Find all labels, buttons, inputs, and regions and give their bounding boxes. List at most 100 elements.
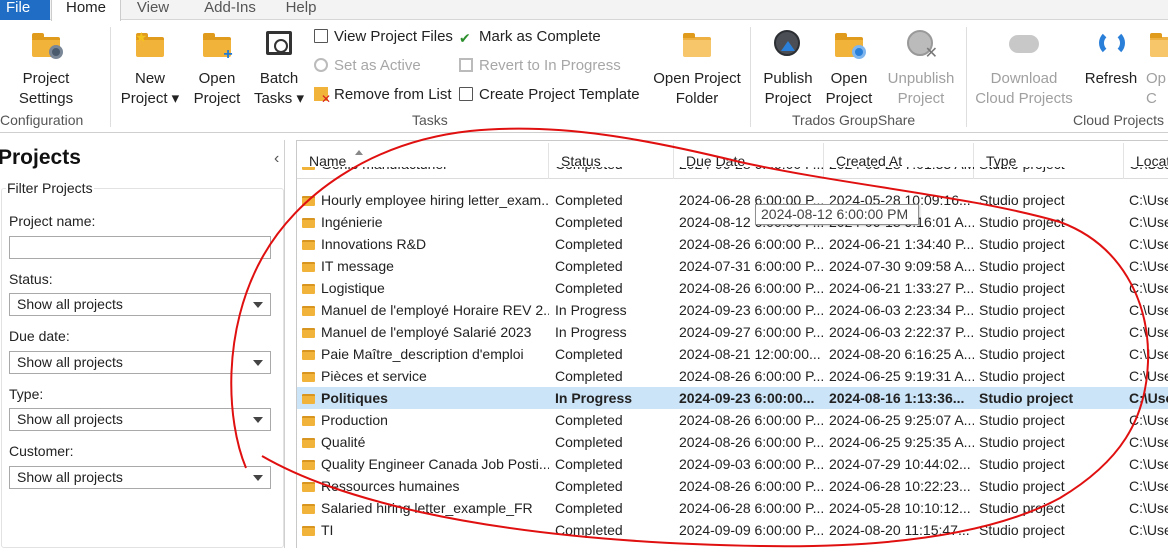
status-cell: Completed: [555, 519, 673, 541]
type-cell: Studio project: [979, 343, 1123, 365]
status-cell: Completed: [555, 475, 673, 497]
open-project-button[interactable]: + Open Project: [186, 27, 248, 109]
tab-view[interactable]: View: [128, 0, 178, 20]
table-row[interactable]: Quality Engineer Canada Job Posti... Comp…: [297, 453, 1168, 475]
table-row[interactable]: IT message Completed 2024-07-31 6:00:00 P.…: [297, 255, 1168, 277]
location-cell: C:\Use: [1129, 189, 1168, 211]
created-at-cell: 2024-06-21 1:34:40 P...: [829, 233, 974, 255]
create-project-template-button[interactable]: Create Project Template: [459, 84, 640, 106]
due-date-select[interactable]: Show all projects: [9, 351, 271, 374]
created-at-cell: 2024-06-25 9:25:35 A...: [829, 431, 974, 453]
table-row[interactable]: Paie Maître_description d'emploi Complete…: [297, 343, 1168, 365]
collapse-panel-icon[interactable]: ‹: [274, 150, 279, 168]
open-groupshare-project-button[interactable]: Open Project: [820, 27, 878, 109]
location-cell: C:\Use: [1129, 431, 1168, 453]
table-row[interactable]: Production Completed 2024-08-26 6:00:00 P.…: [297, 409, 1168, 431]
download-cloud-projects-button[interactable]: Download Cloud Projects: [972, 27, 1076, 109]
mark-as-complete-button[interactable]: ✔ Mark as Complete: [459, 26, 601, 48]
customer-select-value: Show all projects: [17, 469, 123, 485]
project-name-cell: Pièces et service: [302, 365, 549, 387]
table-row[interactable]: TI Completed 2024-09-09 6:00:00 P... 2024-0…: [297, 519, 1168, 541]
project-name-cell-text: TI: [321, 522, 334, 538]
created-at-cell: 2024-06-25 9:19:31 A...: [829, 365, 974, 387]
project-name-label: Project name:: [9, 213, 96, 229]
created-at-cell-text: 2024-07-29 10:44:02...: [829, 456, 971, 472]
table-row[interactable]: Manuel de l'employé Horaire REV 2... In P…: [297, 299, 1168, 321]
tab-add-ins[interactable]: Add-Ins: [190, 0, 270, 20]
mark-as-complete-label: Mark as Complete: [479, 28, 601, 45]
tab-file[interactable]: File: [0, 0, 50, 20]
table-row[interactable]: Pièces et service Completed 2024-08-26 6:0…: [297, 365, 1168, 387]
created-at-cell: 2024-06-03 2:22:37 P...: [829, 321, 974, 343]
created-at-cell-text: 2024-06-21 1:33:27 P...: [829, 280, 974, 296]
open-cloud-project-button[interactable]: Op C: [1146, 27, 1168, 109]
project-settings-icon: [29, 27, 63, 61]
table-row[interactable]: Ingénierie Completed 2024-08-12 6:00:00 P.…: [297, 211, 1168, 233]
type-select[interactable]: Show all projects: [9, 408, 271, 431]
open-project-folder-button[interactable]: Open Project Folder: [648, 27, 746, 109]
open-cloud-project-label-2: C: [1146, 90, 1157, 107]
chevron-down-icon: [253, 417, 263, 423]
location-cell-text: C:\Use: [1129, 434, 1168, 450]
type-cell-text: Studio project: [979, 192, 1065, 208]
project-settings-button[interactable]: Project Settings: [10, 27, 82, 109]
project-name-cell: Ingénierie: [302, 211, 549, 233]
created-at-cell: 2024-07-30 9:09:58 A...: [829, 255, 974, 277]
due-date-cell: 2024-08-26 6:00:00 P...: [679, 365, 825, 387]
created-at-cell-text: 2024-06-25 9:25:35 A...: [829, 434, 974, 450]
due-date-tooltip: 2024-08-12 6:00:00 PM: [755, 204, 919, 225]
project-name-cell: Manuel de l'employé Horaire REV 2...: [302, 299, 549, 321]
due-date-cell-text: 2024-09-27 6:00:00 P...: [679, 324, 825, 340]
open-project-folder-label-2: Folder: [675, 90, 719, 107]
refresh-button[interactable]: Refresh: [1082, 27, 1140, 89]
globe-upload-icon: [771, 27, 805, 61]
batch-tasks-label-1: Batch: [259, 70, 299, 87]
table-row[interactable]: Hourly employee hiring letter_exam... Com…: [297, 189, 1168, 211]
location-cell-text: C:\Use: [1129, 368, 1168, 384]
cloud-download-icon: [1007, 27, 1041, 61]
table-row[interactable]: Manuel de l'employé Salarié 2023 In Progr…: [297, 321, 1168, 343]
table-row[interactable]: Politiques In Progress 2024-09-23 6:00:00.…: [297, 387, 1168, 409]
set-as-active-label: Set as Active: [334, 57, 421, 74]
status-cell-text: Completed: [555, 192, 623, 208]
batch-tasks-button[interactable]: Batch Tasks ▾: [248, 27, 310, 109]
status-cell: In Progress: [555, 387, 673, 409]
location-cell-text: C:\Use: [1129, 280, 1168, 296]
open-project-label-1: Open: [198, 70, 236, 87]
new-project-label-1: New: [134, 70, 165, 87]
project-name-cell-text: Hourly employee hiring letter_exam...: [321, 192, 549, 208]
set-as-active-button[interactable]: Set as Active: [314, 55, 421, 77]
status-cell-text: Completed: [555, 214, 623, 230]
tab-home[interactable]: Home: [51, 0, 121, 21]
table-row[interactable]: Logistique Completed 2024-08-26 6:00:00 P.…: [297, 277, 1168, 299]
project-settings-label-2: Settings: [18, 90, 74, 107]
due-date-cell: 2024-09-23 6:00:00 P...: [679, 299, 825, 321]
type-cell: Studio project: [979, 299, 1123, 321]
view-project-files-button[interactable]: View Project Files: [314, 26, 453, 48]
new-project-button[interactable]: ★ New Project ▾: [118, 27, 182, 109]
status-cell-text: In Progress: [555, 390, 633, 406]
type-cell-text: Studio project: [979, 478, 1065, 494]
project-name-input[interactable]: [9, 236, 271, 259]
project-name-cell: Paie Maître_description d'emploi: [302, 343, 549, 365]
remove-from-list-button[interactable]: ✕ Remove from List: [314, 84, 452, 106]
table-row[interactable]: Salaried hiring letter_example_FR Complet…: [297, 497, 1168, 519]
type-cell-text: Studio project: [979, 324, 1065, 340]
customer-select[interactable]: Show all projects: [9, 466, 271, 489]
due-date-cell-text: 2024-08-26 6:00:00 P...: [679, 478, 825, 494]
project-folder-icon: [302, 416, 315, 426]
table-row[interactable]: Qualité Completed 2024-08-26 6:00:00 P... 2…: [297, 431, 1168, 453]
open-project-folder-label-1: Open Project: [653, 70, 741, 87]
project-folder-icon: [302, 328, 315, 338]
tab-help[interactable]: Help: [276, 0, 326, 20]
revert-to-in-progress-button[interactable]: Revert to In Progress: [459, 55, 621, 77]
created-at-cell-text: 2024-08-20 11:15:47...: [829, 522, 970, 538]
table-row[interactable]: Ressources humaines Completed 2024-08-26 6…: [297, 475, 1168, 497]
type-label: Type:: [9, 386, 44, 402]
publish-project-button[interactable]: Publish Project: [758, 27, 818, 109]
table-row[interactable]: Innovations R&D Completed 2024-08-26 6:00:…: [297, 233, 1168, 255]
unpublish-project-button[interactable]: ✕ Unpublish Project: [882, 27, 960, 109]
project-name-cell: Innovations R&D: [302, 233, 549, 255]
location-cell: C:\Use: [1129, 497, 1168, 519]
status-select[interactable]: Show all projects: [9, 293, 271, 316]
